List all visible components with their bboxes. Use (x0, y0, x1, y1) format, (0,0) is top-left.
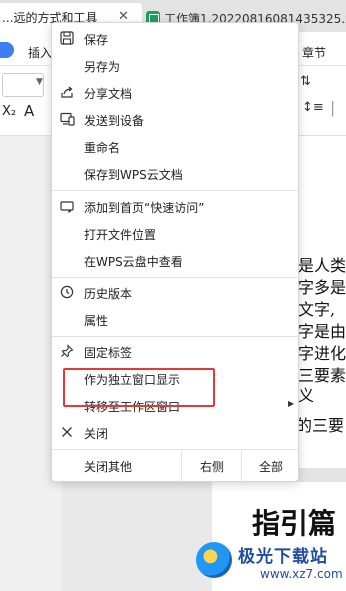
divider (241, 450, 242, 483)
menu-item-label: 打开文件位置 (84, 228, 157, 242)
share-icon (59, 84, 75, 100)
doc-text-line: 字是由 (298, 322, 346, 341)
watermark: 极光下载站 www.xz7.com (186, 538, 346, 590)
menu-item-label: 属性 (84, 314, 109, 328)
menu-item-save-cloud[interactable]: 保存到WPS云文档 (52, 160, 300, 187)
menu-item-pin-tab[interactable]: 固定标签 (52, 338, 300, 365)
watermark-title: 极光下载站 (238, 547, 328, 567)
pin-home-icon (59, 198, 75, 214)
save-icon (59, 30, 75, 46)
watermark-url: www.xz7.com (260, 567, 343, 581)
close-right-button[interactable]: 右侧 (200, 458, 224, 475)
menu-item-open-location[interactable]: 打开文件位置 (52, 220, 300, 247)
doc-text-line: 字进化 (298, 344, 346, 363)
doc-heading: 指引篇 (252, 507, 337, 540)
submenu-arrow-icon: ▶ (288, 399, 295, 408)
menu-item-add-quick-access[interactable]: 添加到首页“快速访问” (52, 193, 300, 220)
close-others-button[interactable]: 关闭其他 (84, 458, 132, 475)
history-icon (59, 284, 75, 300)
menu-item-label: 历史版本 (84, 287, 133, 301)
menu-item-close[interactable]: 关闭 (52, 419, 300, 446)
font-size-select[interactable]: ▼ (2, 73, 44, 97)
menu-item-label: 重命名 (84, 141, 121, 155)
device-icon (59, 111, 75, 127)
menu-item-label: 另存为 (84, 60, 121, 74)
close-options-row: 关闭其他 右侧 全部 (52, 450, 300, 483)
sort-icon[interactable]: ⇅ (300, 74, 311, 89)
font-color-icon[interactable]: A (24, 102, 34, 120)
close-all-button[interactable]: 全部 (259, 458, 283, 475)
subscript-icon[interactable]: X₂ (2, 104, 16, 119)
menu-separator (52, 336, 300, 337)
close-icon (59, 424, 75, 440)
tab-context-menu: 保存 另存为 分享文档 发送到设备 重命名 保存到WPS云文档 添加到首页“快速… (51, 22, 300, 483)
ribbon-tab-insert[interactable]: 插入 (28, 44, 52, 61)
highlight-box (63, 368, 215, 407)
menu-item-label: 添加到首页“快速访问” (84, 201, 205, 215)
menu-item-label: 保存 (84, 33, 109, 47)
menu-item-properties[interactable]: 属性 (52, 306, 300, 333)
menu-item-label: 关闭 (84, 427, 109, 441)
menu-item-label: 在WPS云盘中查看 (84, 255, 183, 269)
line-spacing-icon[interactable]: ↕≡ (302, 100, 324, 115)
doc-text-line: 字多是 (298, 278, 346, 297)
menu-item-save-as[interactable]: 另存为 (52, 52, 300, 79)
menu-separator (52, 277, 300, 278)
menu-item-send-device[interactable]: 发送到设备 (52, 106, 300, 133)
menu-item-share[interactable]: 分享文档 (52, 79, 300, 106)
menu-item-label: 保存到WPS云文档 (84, 168, 183, 182)
menu-item-save[interactable]: 保存 (52, 25, 300, 52)
pin-icon (59, 343, 75, 359)
ribbon-tab-chapter[interactable]: 章节 (302, 44, 326, 61)
menu-item-label: 分享文档 (84, 87, 133, 101)
menu-separator (52, 190, 300, 191)
divider (181, 450, 182, 483)
menu-item-history[interactable]: 历史版本 (52, 279, 300, 306)
menu-item-rename[interactable]: 重命名 (52, 133, 300, 160)
doc-text-line: 义 (298, 386, 315, 405)
ruler-ticks: ▏ (332, 102, 342, 117)
menu-item-label: 发送到设备 (84, 114, 145, 128)
menu-item-label: 固定标签 (84, 346, 133, 360)
watermark-logo-icon (196, 542, 232, 578)
ribbon-start-tab[interactable] (0, 42, 14, 58)
menu-item-view-in-cloud[interactable]: 在WPS云盘中查看 (52, 247, 300, 274)
doc-text-line: 文字, (298, 300, 336, 319)
chevron-down-icon: ▼ (36, 77, 43, 87)
doc-text-line: 的三要 (296, 416, 345, 435)
doc-text-line: 是人类 (298, 256, 346, 275)
